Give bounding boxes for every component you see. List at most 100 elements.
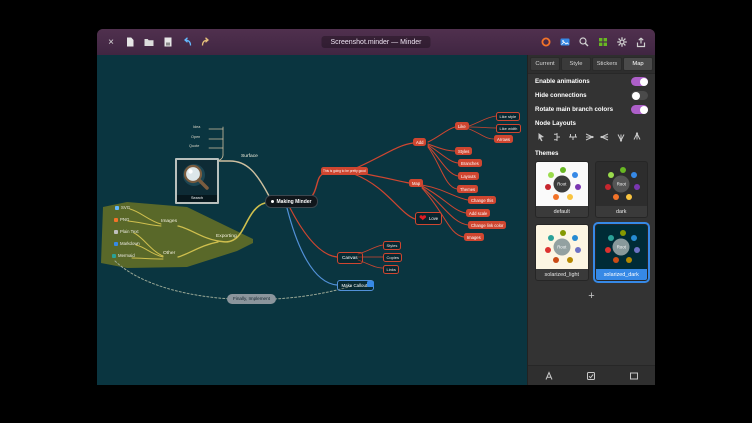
theme-node-dot xyxy=(560,167,566,173)
undo-icon[interactable] xyxy=(180,35,194,49)
node-images[interactable]: Images xyxy=(464,233,484,241)
save-icon[interactable] xyxy=(161,35,175,49)
theme-node-dot xyxy=(634,184,640,190)
vertical-layout-icon[interactable] xyxy=(550,130,564,143)
toggle-list: Enable animationsHide connectionsRotate … xyxy=(528,74,655,116)
theme-name-label: solarized_light xyxy=(536,269,588,280)
node-layouts[interactable]: Layouts xyxy=(458,172,479,180)
node-quote[interactable]: Quote xyxy=(189,144,199,149)
node-add[interactable]: Add xyxy=(413,138,426,146)
node-like[interactable]: Like xyxy=(455,122,469,130)
theme-default[interactable]: Rootdefault xyxy=(535,161,589,218)
node-styles[interactable]: Styles xyxy=(383,241,401,250)
image-caption: Search xyxy=(177,195,217,202)
node-mermaid[interactable]: Mermaid xyxy=(112,253,135,258)
node-exporting[interactable]: Exporting xyxy=(216,234,237,240)
toggle-row-enable-animations: Enable animations xyxy=(528,74,655,88)
manual-layout-icon[interactable] xyxy=(534,130,548,143)
node-themes[interactable]: Themes xyxy=(457,185,478,193)
theme-node-dot xyxy=(631,235,637,241)
redo-icon[interactable] xyxy=(199,35,213,49)
toggle-enable-animations[interactable] xyxy=(631,77,648,86)
theme-node-dot xyxy=(545,184,551,190)
horizontal-layout-icon[interactable] xyxy=(566,130,580,143)
node-branches[interactable]: Branches xyxy=(458,159,482,167)
toggle-rotate-main-branch-colors[interactable] xyxy=(631,105,648,114)
node-other[interactable]: Other xyxy=(163,251,175,257)
node-surface[interactable]: Surface xyxy=(241,154,258,160)
open-folder-icon[interactable] xyxy=(142,35,156,49)
toolbar-left xyxy=(123,35,213,49)
tab-stickers[interactable]: Stickers xyxy=(592,57,622,71)
theme-solarized-dark[interactable]: Rootsolarized_dark xyxy=(595,224,649,281)
map-link xyxy=(290,208,337,257)
theme-node-dot xyxy=(553,257,559,263)
mindmap-canvas[interactable]: Search Surface Idea Open Quote Making Minder T… xyxy=(97,55,527,385)
map-link xyxy=(428,147,457,189)
grid-icon[interactable] xyxy=(596,35,610,49)
toggle-hide-connections[interactable] xyxy=(631,91,648,100)
node-arrows[interactable]: Arrows xyxy=(494,135,513,143)
new-file-icon[interactable] xyxy=(123,35,137,49)
close-button[interactable]: × xyxy=(104,35,118,49)
theme-dark[interactable]: Rootdark xyxy=(595,161,649,218)
search-icon[interactable] xyxy=(577,35,591,49)
themes-grid: RootdefaultRootdarkRootsolarized_lightRo… xyxy=(528,158,655,281)
layout-icons-row xyxy=(528,128,655,146)
export-icon[interactable] xyxy=(634,35,648,49)
tab-style[interactable]: Style xyxy=(561,57,591,71)
node-styles[interactable]: Styles xyxy=(455,147,472,155)
node-svg[interactable]: SVG xyxy=(115,205,130,210)
node-png[interactable]: PNG xyxy=(114,217,129,222)
heart-icon: ❤ xyxy=(419,214,427,223)
toggle-row-hide-connections: Hide connections xyxy=(528,88,655,102)
downwards-layout-icon[interactable] xyxy=(630,130,644,143)
node-markdown[interactable]: Markdown xyxy=(114,241,140,246)
theme-node-dot xyxy=(613,257,619,263)
node-making-minder[interactable]: Making Minder xyxy=(265,195,318,208)
tab-map[interactable]: Map xyxy=(623,57,653,71)
theme-node-dot xyxy=(553,194,559,200)
image-icon[interactable] xyxy=(558,35,572,49)
to-right-layout-icon[interactable] xyxy=(598,130,612,143)
node-finally-implement[interactable]: Finally, Implement xyxy=(227,294,276,304)
map-link xyxy=(469,129,494,139)
magnifier-image xyxy=(177,162,213,194)
record-icon[interactable] xyxy=(539,35,553,49)
checkbox-icon[interactable] xyxy=(582,369,600,382)
theme-preview: Root xyxy=(536,225,588,269)
theme-node-dot xyxy=(626,257,632,263)
node-canvas[interactable]: Canvas xyxy=(337,252,363,264)
note-icon[interactable] xyxy=(367,281,374,287)
text-format-icon[interactable] xyxy=(540,369,558,382)
node-add-scale[interactable]: Add scale xyxy=(466,209,490,217)
tab-current[interactable]: Current xyxy=(530,57,560,71)
node-search[interactable]: Search xyxy=(175,158,219,204)
node-this-is-going-to-be-pretty-good[interactable]: This is going to be pretty good xyxy=(321,167,368,175)
node-like-style[interactable]: Like style xyxy=(496,112,520,121)
theme-node-dot xyxy=(613,194,619,200)
node-like-width[interactable]: Like width xyxy=(496,124,521,133)
node-change-this[interactable]: Change this xyxy=(468,196,496,204)
theme-node-dot xyxy=(567,257,573,263)
node-links[interactable]: Links xyxy=(383,265,399,274)
node-change-link-color[interactable]: Change link color xyxy=(468,221,506,229)
node-map[interactable]: Map xyxy=(409,179,423,187)
node-idea[interactable]: Idea xyxy=(193,125,200,130)
map-link xyxy=(215,161,269,196)
upwards-layout-icon[interactable] xyxy=(614,130,628,143)
map-link xyxy=(428,127,455,142)
node-copies[interactable]: Copies xyxy=(383,253,402,262)
node-open[interactable]: Open xyxy=(191,135,200,140)
node-images[interactable]: Images xyxy=(161,219,177,225)
settings-gear-icon[interactable] xyxy=(615,35,629,49)
add-theme-button[interactable]: + xyxy=(588,291,594,302)
theme-root-node: Root xyxy=(613,239,630,256)
to-left-layout-icon[interactable] xyxy=(582,130,596,143)
node-love[interactable]: ❤Love xyxy=(415,212,442,225)
theme-solarized-light[interactable]: Rootsolarized_light xyxy=(535,224,589,281)
sidebar: CurrentStyleStickersMap Enable animation… xyxy=(527,55,655,385)
toggle-label: Hide connections xyxy=(535,92,587,99)
frame-icon[interactable] xyxy=(625,369,643,382)
node-plain-text[interactable]: Plain Text xyxy=(114,229,139,234)
